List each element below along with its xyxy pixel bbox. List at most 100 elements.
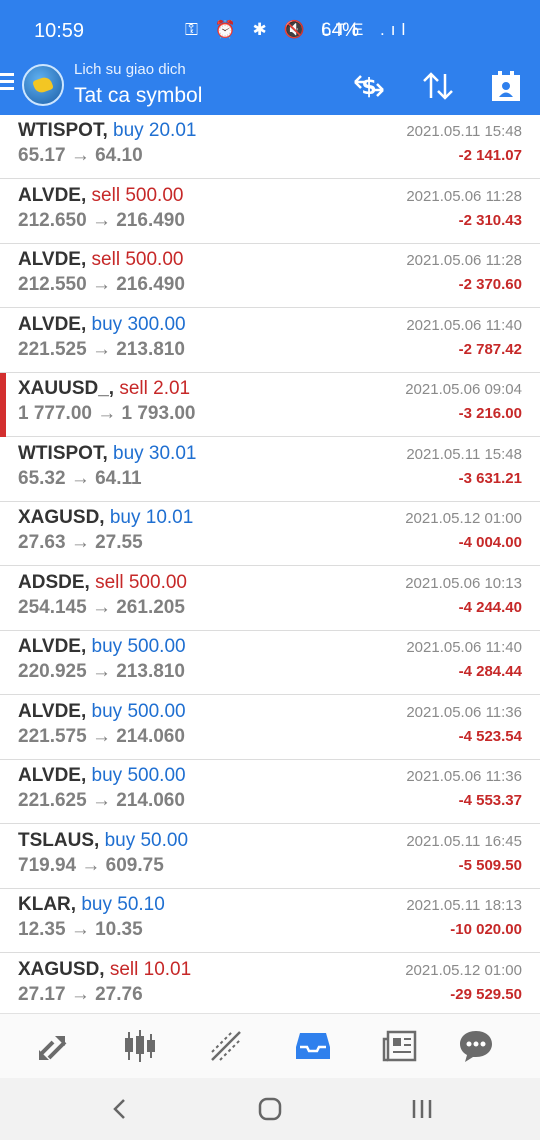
trade-profit: -3 631.21 <box>458 469 522 487</box>
history-inbox-icon[interactable] <box>293 1026 333 1066</box>
trade-time: 2021.05.11 15:48 <box>406 123 522 140</box>
trade-symbol: KLAR, <box>18 894 77 915</box>
trade-profit: -2 141.07 <box>458 147 522 164</box>
trade-profit: -4 284.44 <box>458 663 522 680</box>
trade-side: buy 20.01 <box>113 120 197 141</box>
trade-prices: 12.35 → 10.35 <box>18 919 143 940</box>
app-header: Lich su giao dich Tat ca symbol $ <box>0 58 540 115</box>
trade-time: 2021.05.06 10:13 <box>405 574 522 592</box>
trade-profit: -4 553.37 <box>458 792 522 809</box>
app-logo[interactable] <box>22 64 64 106</box>
trade-history-list[interactable]: WTISPOT, buy 20.01 65.17 → 64.10 2021.05… <box>0 115 540 1013</box>
home-icon[interactable] <box>250 1092 290 1126</box>
trade-side: buy 500.00 <box>91 636 186 657</box>
trade-side: sell 500.00 <box>95 571 187 593</box>
trade-row[interactable]: ALVDE, sell 500.00 212.650 → 216.490 202… <box>0 179 540 244</box>
calendar-icon[interactable] <box>486 66 526 106</box>
trade-time: 2021.05.06 09:04 <box>405 381 522 398</box>
trade-profit: -4 244.40 <box>458 598 522 616</box>
trade-row-selected[interactable]: XAUUSD_, sell 2.01 1 777.00 → 1 793.00 2… <box>0 373 540 437</box>
trade-time: 2021.05.06 11:28 <box>406 252 522 269</box>
trade-side: sell 10.01 <box>109 958 192 980</box>
trade-time: 2021.05.06 11:40 <box>406 639 522 656</box>
trade-time: 2021.05.06 11:36 <box>406 768 522 785</box>
trade-profit: -2 787.42 <box>458 340 522 358</box>
trade-prices: 27.17 → 27.76 <box>18 983 143 1005</box>
trade-side: buy 50.10 <box>81 894 165 915</box>
chart-candles-icon[interactable] <box>120 1026 160 1066</box>
trade-time: 2021.05.06 11:40 <box>406 316 522 334</box>
trade-prices: 212.650 → 216.490 <box>18 209 185 231</box>
chat-icon[interactable] <box>456 1026 496 1066</box>
trade-symbol: XAGUSD, <box>18 507 105 528</box>
trade-row[interactable]: ALVDE, buy 500.00 220.925 → 213.810 2021… <box>0 631 540 695</box>
trade-prices: 221.575 → 214.060 <box>18 725 185 747</box>
trade-side: sell 2.01 <box>119 378 191 399</box>
trade-profit: -2 370.60 <box>458 276 522 293</box>
trade-icon[interactable] <box>206 1026 246 1066</box>
trade-row[interactable]: ADSDE, sell 500.00 254.145 → 261.205 202… <box>0 566 540 631</box>
trade-time: 2021.05.06 11:28 <box>406 187 522 205</box>
status-time: 10:59 <box>34 20 85 42</box>
trade-row[interactable]: KLAR, buy 50.10 12.35 → 10.35 2021.05.11… <box>0 889 540 953</box>
status-icons: ⚿ ⏰ ✱ 🔇 LTE .ıl <box>185 20 412 39</box>
trade-symbol: ALVDE, <box>18 636 87 657</box>
trade-side: buy 500.00 <box>91 700 186 722</box>
trade-symbol: TSLAUS, <box>18 829 100 851</box>
recent-apps-icon[interactable] <box>402 1092 442 1126</box>
trade-symbol: ADSDE, <box>18 571 90 593</box>
header-title[interactable]: Tat ca symbol <box>74 84 202 108</box>
trade-side: buy 10.01 <box>109 507 194 528</box>
trade-symbol: WTISPOT, <box>18 442 108 464</box>
trade-prices: 719.94 → 609.75 <box>18 854 164 876</box>
trade-row[interactable]: WTISPOT, buy 30.01 65.32 → 64.11 2021.05… <box>0 437 540 502</box>
trade-side: sell 500.00 <box>91 249 184 270</box>
trade-profit: -4 004.00 <box>458 534 522 551</box>
trade-profit: -29 529.50 <box>450 985 522 1003</box>
trade-prices: 212.550 → 216.490 <box>18 274 185 295</box>
trade-side: sell 500.00 <box>91 184 184 206</box>
quotes-icon[interactable] <box>33 1026 73 1066</box>
trade-row[interactable]: TSLAUS, buy 50.00 719.94 → 609.75 2021.0… <box>0 824 540 889</box>
system-nav <box>0 1078 540 1140</box>
trade-time: 2021.05.06 11:36 <box>406 703 522 721</box>
menu-icon[interactable] <box>0 70 16 92</box>
trade-prices: 65.17 → 64.10 <box>18 145 143 166</box>
trade-row[interactable]: ALVDE, buy 300.00 221.525 → 213.810 2021… <box>0 308 540 373</box>
trade-time: 2021.05.11 18:13 <box>406 897 522 914</box>
trade-profit: -10 020.00 <box>450 921 522 938</box>
trade-side: buy 30.01 <box>113 442 197 464</box>
trade-symbol: ALVDE, <box>18 765 87 786</box>
sort-icon[interactable] <box>418 66 458 106</box>
trade-time: 2021.05.12 01:00 <box>405 510 522 527</box>
trade-side: buy 300.00 <box>91 313 186 335</box>
trade-side: buy 50.00 <box>104 829 189 851</box>
battery-indicator: 64% <box>321 20 360 41</box>
trade-prices: 65.32 → 64.11 <box>18 467 142 489</box>
svg-text:$: $ <box>361 75 376 100</box>
header-subtitle: Lich su giao dich <box>74 61 186 78</box>
trade-row[interactable]: ALVDE, buy 500.00 221.575 → 214.060 2021… <box>0 695 540 760</box>
trade-time: 2021.05.12 01:00 <box>405 961 522 979</box>
trade-profit: -5 509.50 <box>458 856 522 874</box>
trade-row[interactable]: ALVDE, sell 500.00 212.550 → 216.490 202… <box>0 244 540 308</box>
trade-prices: 1 777.00 → 1 793.00 <box>18 403 196 424</box>
trade-side: buy 500.00 <box>91 765 186 786</box>
trade-row[interactable]: WTISPOT, buy 20.01 65.17 → 64.10 2021.05… <box>0 115 540 179</box>
trade-symbol: XAUUSD_, <box>18 378 115 399</box>
trade-prices: 220.925 → 213.810 <box>18 661 185 682</box>
bottom-nav <box>0 1013 540 1078</box>
trade-symbol: XAGUSD, <box>18 958 105 980</box>
news-icon[interactable] <box>380 1026 420 1066</box>
trade-row[interactable]: ALVDE, buy 500.00 221.625 → 214.060 2021… <box>0 760 540 824</box>
trade-prices: 254.145 → 261.205 <box>18 596 185 618</box>
trade-row[interactable]: XAGUSD, buy 10.01 27.63 → 27.55 2021.05.… <box>0 502 540 566</box>
trade-symbol: ALVDE, <box>18 249 87 270</box>
back-icon[interactable] <box>100 1092 140 1126</box>
trade-time: 2021.05.11 15:48 <box>406 445 522 463</box>
currency-exchange-icon[interactable]: $ <box>349 66 389 106</box>
trade-time: 2021.05.11 16:45 <box>406 832 522 850</box>
trade-row[interactable]: XAGUSD, sell 10.01 27.17 → 27.76 2021.05… <box>0 953 540 1013</box>
trade-symbol: WTISPOT, <box>18 120 108 141</box>
trade-profit: -4 523.54 <box>458 727 522 745</box>
